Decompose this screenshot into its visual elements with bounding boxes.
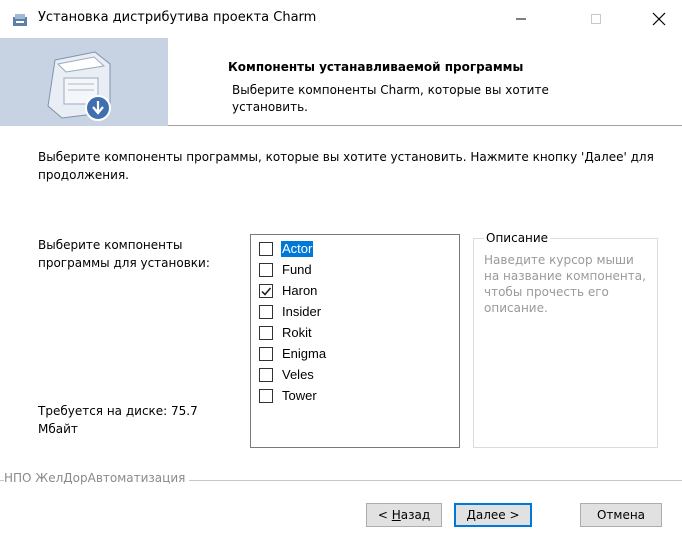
header-title: Компоненты устанавливаемой программы xyxy=(228,60,524,74)
component-checkbox[interactable] xyxy=(259,326,273,340)
component-label: Enigma xyxy=(282,346,327,361)
component-checkbox[interactable] xyxy=(259,368,273,382)
component-item[interactable]: Tower xyxy=(259,386,318,406)
minimize-button[interactable] xyxy=(498,0,544,38)
component-checkbox[interactable] xyxy=(259,389,273,403)
component-item[interactable]: Veles xyxy=(259,365,315,385)
component-checkbox[interactable] xyxy=(259,263,273,277)
next-button[interactable]: Далее > xyxy=(454,503,532,527)
component-checkbox[interactable] xyxy=(259,305,273,319)
minimize-icon xyxy=(516,18,526,20)
back-button[interactable]: < Назад xyxy=(366,503,442,527)
component-label: Tower xyxy=(282,388,317,403)
checkmark-icon xyxy=(261,287,272,296)
wizard-header: Компоненты устанавливаемой программы Выб… xyxy=(0,38,682,126)
cancel-button[interactable]: Отмена xyxy=(580,503,662,527)
maximize-icon xyxy=(591,14,601,24)
component-label: Insider xyxy=(282,304,322,319)
installer-icon xyxy=(13,14,27,26)
component-label: Haron xyxy=(282,283,318,298)
header-subtitle: Выберите компоненты Charm, которые вы хо… xyxy=(232,83,549,114)
component-checkbox[interactable] xyxy=(259,347,273,361)
brand-label: НПО ЖелДорАвтоматизация xyxy=(4,471,190,485)
component-item[interactable]: Insider xyxy=(259,302,322,322)
components-list[interactable]: Actor Fund Haron Insider Rokit Enigma Veles Tow… xyxy=(250,234,460,448)
disk-space-label: Требуется на диске: 75.7 Мбайт xyxy=(38,404,198,436)
component-checkbox[interactable] xyxy=(259,242,273,256)
description-text: Наведите курсор мыши на название компоне… xyxy=(484,253,646,315)
component-label: Fund xyxy=(282,262,312,277)
component-item[interactable]: Haron xyxy=(259,281,318,301)
back-accesskey: Н xyxy=(391,508,401,522)
back-label: азад xyxy=(400,508,431,522)
next-label: алее > xyxy=(475,508,520,522)
component-item[interactable]: Enigma xyxy=(259,344,327,364)
maximize-button[interactable] xyxy=(573,0,619,38)
component-label: Rokit xyxy=(282,325,312,340)
back-prefix: < xyxy=(377,508,392,522)
component-item[interactable]: Actor xyxy=(259,239,314,259)
close-icon xyxy=(652,12,666,26)
select-components-label: Выберите компоненты программы для устано… xyxy=(38,238,210,270)
component-item[interactable]: Rokit xyxy=(259,323,313,343)
intro-text: Выберите компоненты программы, которые в… xyxy=(38,150,654,182)
title-bar: Установка дистрибутива проекта Charm xyxy=(0,0,682,38)
component-item[interactable]: Fund xyxy=(259,260,313,280)
component-label: Actor xyxy=(281,241,314,257)
close-button[interactable] xyxy=(636,0,682,38)
installer-graphic-icon xyxy=(0,38,168,126)
description-legend: Описание xyxy=(484,231,551,245)
window-title: Установка дистрибутива проекта Charm xyxy=(38,10,317,25)
component-label: Veles xyxy=(282,367,314,382)
next-accesskey: Д xyxy=(466,508,476,522)
component-checkbox[interactable] xyxy=(259,284,273,298)
